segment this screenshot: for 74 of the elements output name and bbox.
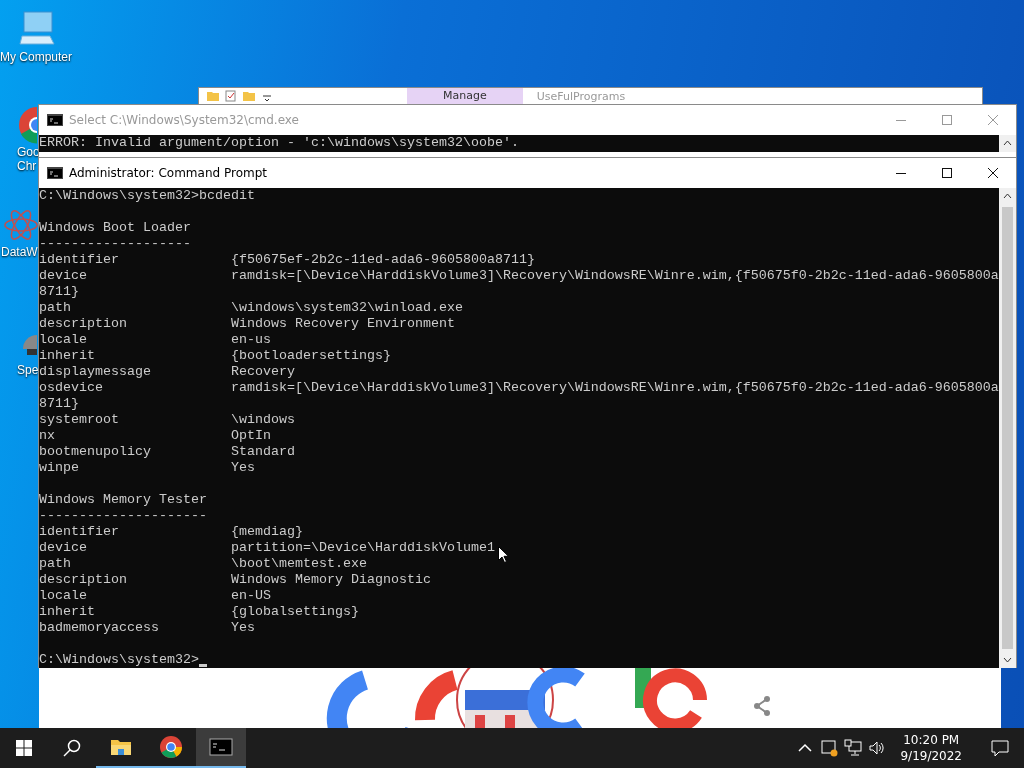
console-line: ERROR: Invalid argument/option - 'c:\windows\system32\oobe'. (39, 135, 519, 151)
console-line: C:\Windows\system32> (39, 652, 199, 668)
console-key: systemroot (39, 412, 231, 428)
console-value: partition=\Device\HarddiskVolume1 (230, 540, 495, 556)
console-value: en-us (230, 332, 271, 348)
console-key: device (39, 540, 231, 556)
mouse-pointer-icon (498, 546, 509, 563)
scrollbar-thumb[interactable] (1002, 207, 1013, 649)
chrome-icon (159, 735, 183, 759)
clock-time: 10:20 PM (903, 732, 960, 748)
clock-date: 9/19/2022 (900, 748, 962, 764)
icon-label[interactable]: Goo (17, 145, 40, 159)
console-line: 8711} (39, 396, 79, 412)
console-line: C:\Windows\system32>bcdedit (39, 188, 255, 204)
console-value: Standard (230, 444, 295, 460)
console-value: Recovery (230, 364, 295, 380)
console-icon (47, 167, 63, 179)
console-key: path (39, 556, 231, 572)
console-value: \windows\system32\winload.exe (230, 300, 463, 316)
window-title: Select C:\Windows\System32\cmd.exe (69, 113, 300, 127)
console-value: Windows Recovery Environment (230, 316, 455, 332)
console-value: ramdisk=[\Device\HarddiskVolume3]\Recovery\WindowsRE\Winre.wim,{f50675f0-2b2c-11ed-ada6-9605800a (230, 268, 999, 284)
console-line: ------------------- (39, 236, 191, 252)
ribbon-tab[interactable]: Manage (407, 88, 523, 104)
console-line: Windows Memory Tester (39, 492, 207, 508)
console-value: \windows (230, 412, 295, 428)
console-icon (47, 114, 63, 126)
icon-label[interactable]: Spe (17, 363, 39, 377)
console-key: locale (39, 588, 231, 604)
window-title: UseFulPrograms (536, 89, 626, 103)
console-key: description (39, 572, 231, 588)
monitor-badge-icon[interactable] (820, 739, 839, 757)
console-key: description (39, 316, 231, 332)
console-icon (209, 735, 233, 759)
console-key: inherit (39, 348, 231, 364)
icon-label[interactable]: DataW (1, 245, 38, 259)
console-value: Yes (230, 460, 255, 476)
taskbar-app[interactable] (196, 728, 246, 768)
windows-logo-icon (16, 740, 32, 756)
console-key: bootmenupolicy (39, 444, 231, 460)
console-key: nx (39, 428, 231, 444)
console-value: Yes (230, 620, 255, 636)
icon-label[interactable]: My Computer (0, 50, 73, 64)
network-icon[interactable] (844, 739, 863, 757)
console-key: identifier (39, 524, 231, 540)
console-key: device (39, 268, 231, 284)
share-icon[interactable] (753, 696, 771, 716)
console-line: 8711} (39, 284, 79, 300)
console-key: badmemoryaccess (39, 620, 231, 636)
console-value: en-US (230, 588, 271, 604)
console-line: --------------------- (39, 508, 207, 524)
console-key: locale (39, 332, 231, 348)
console-key: identifier (39, 252, 231, 268)
console-value: {f50675ef-2b2c-11ed-ada6-9605800a8711} (230, 252, 535, 268)
console-value: {memdiag} (230, 524, 303, 540)
properties-icon[interactable] (225, 90, 237, 102)
console-value: {globalsettings} (230, 604, 359, 620)
volume-icon[interactable] (868, 739, 887, 757)
console-value: {bootloadersettings} (230, 348, 391, 364)
console-key: winpe (39, 460, 231, 476)
console-line: Windows Boot Loader (39, 220, 191, 236)
search-icon (63, 739, 81, 757)
console-key: displaymessage (39, 364, 231, 380)
console-key: path (39, 300, 231, 316)
console-value: ramdisk=[\Device\HarddiskVolume3]\Recovery\WindowsRE\Winre.wim,{f50675f0-2b2c-11ed-ada6-9605800a (230, 380, 999, 396)
speech-bubble-icon (991, 739, 1009, 757)
console-key: inherit (39, 604, 231, 620)
icon-label[interactable]: Chr (17, 159, 37, 173)
window-title: Administrator: Command Prompt (69, 166, 268, 180)
console-key: osdevice (39, 380, 231, 396)
clock[interactable]: 10:20 PM 9/19/2022 (892, 732, 970, 764)
console-value: OptIn (230, 428, 271, 444)
console-value: Windows Memory Diagnostic (230, 572, 431, 588)
console-value: \boot\memtest.exe (230, 556, 367, 572)
